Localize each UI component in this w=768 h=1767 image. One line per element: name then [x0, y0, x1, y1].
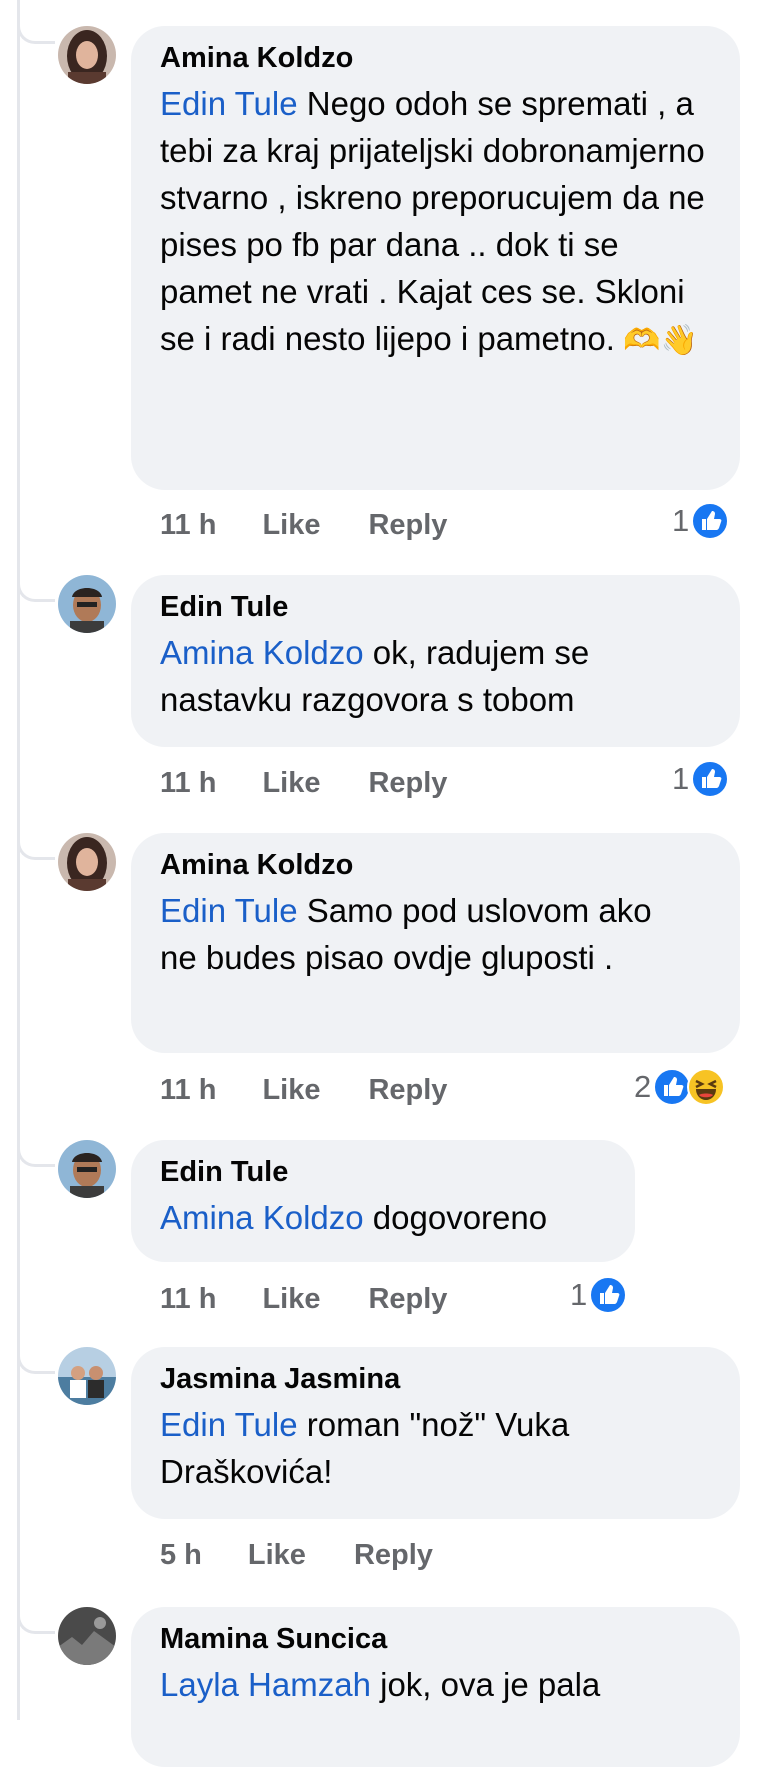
avatar[interactable]	[58, 575, 116, 633]
comment-author[interactable]: Edin Tule	[160, 589, 710, 625]
comment-author[interactable]: Amina Koldzo	[160, 847, 710, 883]
comment-author[interactable]: Amina Koldzo	[160, 40, 710, 76]
mention-link[interactable]: Layla Hamzah	[160, 1666, 371, 1703]
comment-time[interactable]: 11 h	[160, 509, 216, 542]
thread-connector	[17, 1350, 55, 1374]
comment-text: Edin Tule roman "nož" Vuka Draškovića!	[160, 1401, 680, 1495]
comment-author[interactable]: Jasmina Jasmina	[160, 1361, 710, 1397]
reaction-count: 1	[570, 1277, 588, 1312]
thread-connector	[17, 836, 55, 860]
thread-connector	[17, 1610, 55, 1634]
comment-text: Edin Tule Nego odoh se spremati , a tebi…	[160, 80, 710, 364]
avatar[interactable]	[58, 1607, 116, 1665]
comment-author[interactable]: Edin Tule	[160, 1154, 605, 1190]
comment-actions: 11 h Like Reply	[160, 505, 447, 545]
like-icon	[691, 502, 730, 540]
comment-text: Amina Koldzo dogovoreno	[160, 1194, 605, 1241]
reply-button[interactable]: Reply	[354, 1539, 433, 1572]
comment-author[interactable]: Mamina Suncica	[160, 1621, 710, 1657]
comment-time[interactable]: 5 h	[160, 1539, 202, 1572]
like-button[interactable]: Like	[262, 1283, 320, 1316]
comment-emoji: 🫶👋	[614, 324, 698, 357]
reply-button[interactable]: Reply	[368, 767, 447, 800]
reaction-summary[interactable]: 1	[672, 502, 730, 540]
thread-connector	[17, 578, 55, 602]
comment-bubble: Edin Tule Amina Koldzo dogovoreno	[131, 1140, 635, 1262]
avatar[interactable]	[58, 1140, 116, 1198]
comment-text: Layla Hamzah jok, ova je pala	[160, 1661, 710, 1708]
avatar[interactable]	[58, 833, 116, 891]
mention-link[interactable]: Edin Tule	[160, 85, 298, 122]
thread-connector	[17, 20, 55, 44]
comment-bubble: Amina Koldzo Edin Tule Samo pod uslovom …	[131, 833, 740, 1053]
like-icon	[691, 760, 730, 798]
reply-button[interactable]: Reply	[368, 509, 447, 542]
like-icon	[589, 1276, 628, 1314]
mention-link[interactable]: Edin Tule	[160, 892, 298, 929]
avatar[interactable]	[58, 26, 116, 84]
thread-line	[17, 0, 20, 1720]
avatar[interactable]	[58, 1347, 116, 1405]
reply-button[interactable]: Reply	[368, 1074, 447, 1107]
comment-bubble: Mamina Suncica Layla Hamzah jok, ova je …	[131, 1607, 740, 1767]
comment-body: dogovoreno	[363, 1199, 548, 1236]
mention-link[interactable]: Amina Koldzo	[160, 634, 364, 671]
reaction-count: 1	[672, 761, 690, 796]
mention-link[interactable]: Edin Tule	[160, 1406, 298, 1443]
reaction-count: 1	[672, 503, 690, 538]
comment-actions: 11 h Like Reply	[160, 763, 447, 803]
comment-bubble: Jasmina Jasmina Edin Tule roman "nož" Vu…	[131, 1347, 740, 1519]
like-button[interactable]: Like	[262, 1074, 320, 1107]
reaction-summary[interactable]: 1	[570, 1276, 628, 1314]
comment-time[interactable]: 11 h	[160, 1283, 216, 1316]
like-button[interactable]: Like	[248, 1539, 306, 1572]
like-button[interactable]: Like	[262, 767, 320, 800]
comment-body: jok, ova je pala	[370, 1666, 601, 1703]
reaction-summary[interactable]: 2	[634, 1068, 726, 1106]
comment-time[interactable]: 11 h	[160, 767, 216, 800]
haha-icon	[687, 1068, 726, 1106]
comment-actions: 11 h Like Reply	[160, 1279, 447, 1319]
comment-actions: 5 h Like Reply	[160, 1535, 433, 1575]
like-icon	[653, 1068, 692, 1106]
mention-link[interactable]: Amina Koldzo	[160, 1199, 364, 1236]
comment-text: Edin Tule Samo pod uslovom ako ne budes …	[160, 887, 680, 981]
like-button[interactable]: Like	[262, 509, 320, 542]
reaction-count: 2	[634, 1069, 652, 1104]
reply-button[interactable]: Reply	[368, 1283, 447, 1316]
comment-bubble: Amina Koldzo Edin Tule Nego odoh se spre…	[131, 26, 740, 490]
comment-bubble: Edin Tule Amina Koldzo ok, radujem se na…	[131, 575, 740, 747]
comment-text: Amina Koldzo ok, radujem se nastavku raz…	[160, 629, 710, 723]
comment-actions: 11 h Like Reply	[160, 1070, 447, 1110]
thread-connector	[17, 1143, 55, 1167]
comment-time[interactable]: 11 h	[160, 1074, 216, 1107]
comment-body: Nego odoh se spremati , a tebi za kraj p…	[160, 85, 705, 357]
reaction-summary[interactable]: 1	[672, 760, 730, 798]
